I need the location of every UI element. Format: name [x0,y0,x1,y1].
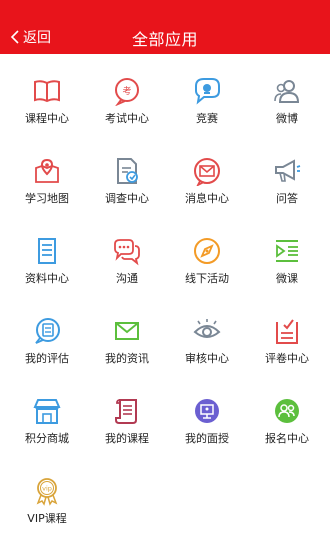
document-icon [32,236,62,266]
app-label: 问答 [276,192,298,205]
vip-badge-icon: vip [32,476,62,506]
app-label: 我的评估 [25,352,69,365]
app-label: 我的资讯 [105,352,149,365]
app-header: 返回 全部应用 [0,0,330,54]
survey-doc-icon [112,156,142,186]
app-label: 消息中心 [185,192,229,205]
app-label: 沟通 [116,272,138,285]
app-item-qa[interactable]: 问答 [246,134,328,212]
app-item-points-mall[interactable]: 积分商城 [6,374,88,452]
app-label: 审核中心 [185,352,229,365]
page-title: 全部应用 [131,30,198,49]
store-icon [32,396,62,426]
map-pin-icon [32,156,62,186]
app-label: 课程中心 [25,112,69,125]
app-item-weibo[interactable]: 微博 [246,54,328,132]
app-label: VIP课程 [27,512,67,525]
app-item-signup-center[interactable]: 报名中心 [246,374,328,452]
app-item-message-center[interactable]: 消息中心 [166,134,248,212]
app-item-my-face-teaching[interactable]: 我的面授 [166,374,248,452]
app-item-vip-courses[interactable]: vip VIP课程 [6,454,88,532]
app-item-survey-center[interactable]: 调查中心 [86,134,168,212]
envelope-icon [112,316,142,346]
scroll-icon [112,396,142,426]
signup-group-icon [272,396,302,426]
grading-icon [272,316,302,346]
app-item-resource-center[interactable]: 资料中心 [6,214,88,292]
app-item-my-news[interactable]: 我的资讯 [86,294,168,372]
megaphone-icon [272,156,302,186]
evaluation-chat-icon [32,316,62,346]
app-label: 报名中心 [265,432,309,445]
app-label: 调查中心 [105,192,149,205]
app-item-audit-center[interactable]: 审核中心 [166,294,248,372]
chat-bubbles-icon [112,236,142,266]
app-label: 积分商城 [25,432,69,445]
app-label: 资料中心 [25,272,69,285]
app-item-grading-center[interactable]: 评卷中心 [246,294,328,372]
app-item-communication[interactable]: 沟通 [86,214,168,292]
video-list-icon [272,236,302,266]
svg-text:vip: vip [42,485,52,493]
app-label: 线下活动 [185,272,229,285]
app-label: 我的面授 [185,432,229,445]
book-icon [32,76,62,106]
app-item-offline-activity[interactable]: 线下活动 [166,214,248,292]
teacher-board-icon [192,396,222,426]
app-label: 我的课程 [105,432,149,445]
app-item-learning-map[interactable]: 学习地图 [6,134,88,212]
app-label: 微课 [276,272,298,285]
app-label: 评卷中心 [265,352,309,365]
app-label: 考试中心 [105,112,149,125]
message-envelope-icon [192,156,222,186]
app-label: 学习地图 [25,192,69,205]
users-icon [272,76,302,106]
eye-icon [192,316,222,346]
exam-icon: 考 [112,76,142,106]
app-item-exam-center[interactable]: 考 考试中心 [86,54,168,132]
app-item-course-center[interactable]: 课程中心 [6,54,88,132]
app-item-my-evaluation[interactable]: 我的评估 [6,294,88,372]
app-label: 微博 [276,112,298,125]
compass-icon [192,236,222,266]
app-item-micro-course[interactable]: 微课 [246,214,328,292]
svg-text:考: 考 [122,86,131,97]
app-label: 竞赛 [196,112,218,125]
app-item-my-courses[interactable]: 我的课程 [86,374,168,452]
trophy-chat-icon [192,76,222,106]
app-item-competition[interactable]: 竞赛 [166,54,248,132]
